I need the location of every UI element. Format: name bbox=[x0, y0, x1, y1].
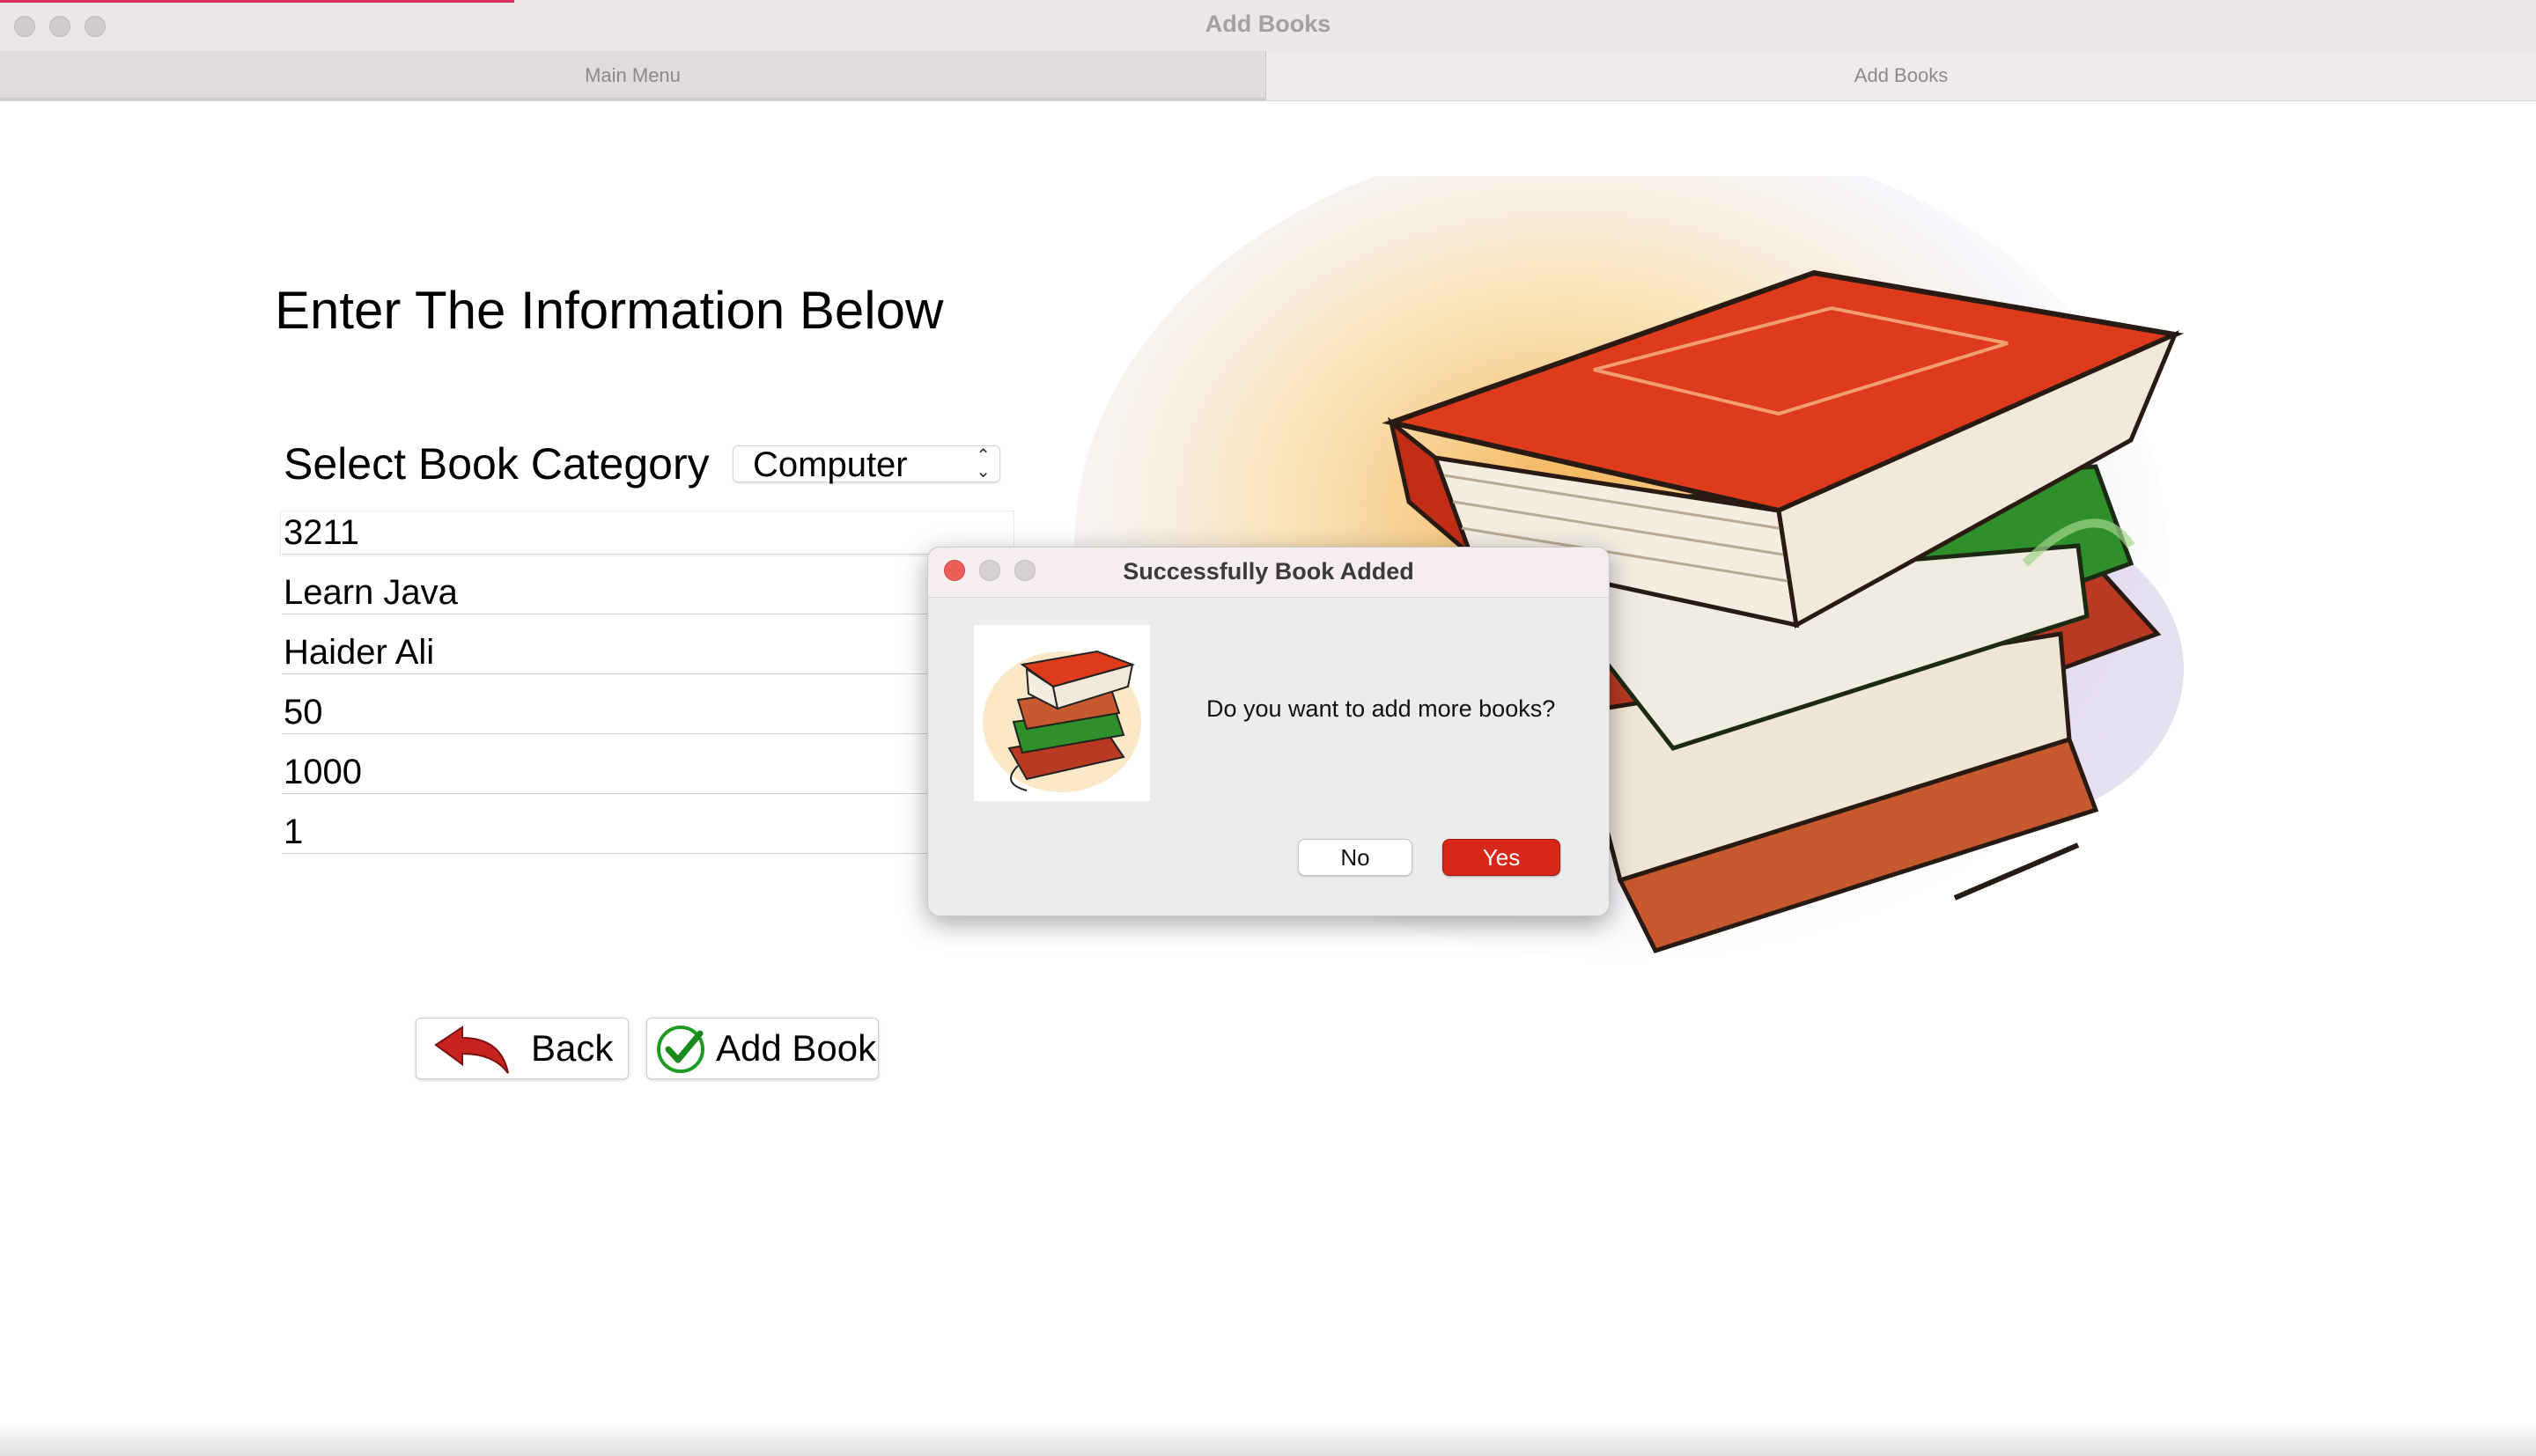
dialog-titlebar: Successfully Book Added bbox=[928, 548, 1609, 598]
tab-add-books[interactable]: Add Books bbox=[1266, 51, 2536, 100]
success-dialog: Successfully Book Added Do you want to a… bbox=[927, 547, 1610, 916]
green-check-icon bbox=[657, 1026, 704, 1073]
window-title: Add Books bbox=[1205, 11, 1331, 37]
back-button[interactable]: Back bbox=[416, 1018, 629, 1079]
dialog-yes-button[interactable]: Yes bbox=[1442, 839, 1560, 876]
titlebar-accent bbox=[0, 0, 514, 3]
author-field[interactable]: Haider Ali bbox=[282, 630, 1013, 674]
window-bottom-shadow bbox=[0, 1421, 2536, 1456]
dialog-message: Do you want to add more books? bbox=[1206, 695, 1556, 722]
books-stack-icon bbox=[983, 650, 1141, 792]
add-book-button[interactable]: Add Book bbox=[646, 1018, 879, 1079]
book-name-field[interactable]: Learn Java bbox=[282, 570, 1013, 614]
up-down-chevron-icon: ⌃ ⌄ bbox=[976, 446, 991, 482]
add-book-button-label: Add Book bbox=[716, 1027, 877, 1069]
window-titlebar: Add Books bbox=[0, 0, 2536, 52]
category-label: Select Book Category bbox=[284, 439, 710, 489]
category-select[interactable]: Computer ⌃ ⌄ bbox=[733, 445, 1000, 484]
form-heading: Enter The Information Below bbox=[275, 281, 944, 340]
back-arrow-icon bbox=[434, 1026, 509, 1074]
category-select-value: Computer bbox=[753, 445, 908, 484]
tab-main-menu[interactable]: Main Menu bbox=[0, 51, 1266, 100]
book-id-field[interactable]: 3211 bbox=[282, 511, 1013, 555]
pages-field[interactable]: 1000 bbox=[282, 750, 1013, 794]
dialog-no-button[interactable]: No bbox=[1298, 839, 1412, 876]
price-field[interactable]: 50 bbox=[282, 690, 1013, 734]
tab-bar: Main Menu Add Books bbox=[0, 51, 2536, 101]
dialog-title: Successfully Book Added bbox=[1123, 558, 1414, 585]
quantity-field[interactable]: 1 bbox=[282, 810, 1013, 854]
dialog-books-image bbox=[974, 625, 1150, 801]
back-button-label: Back bbox=[531, 1027, 614, 1069]
